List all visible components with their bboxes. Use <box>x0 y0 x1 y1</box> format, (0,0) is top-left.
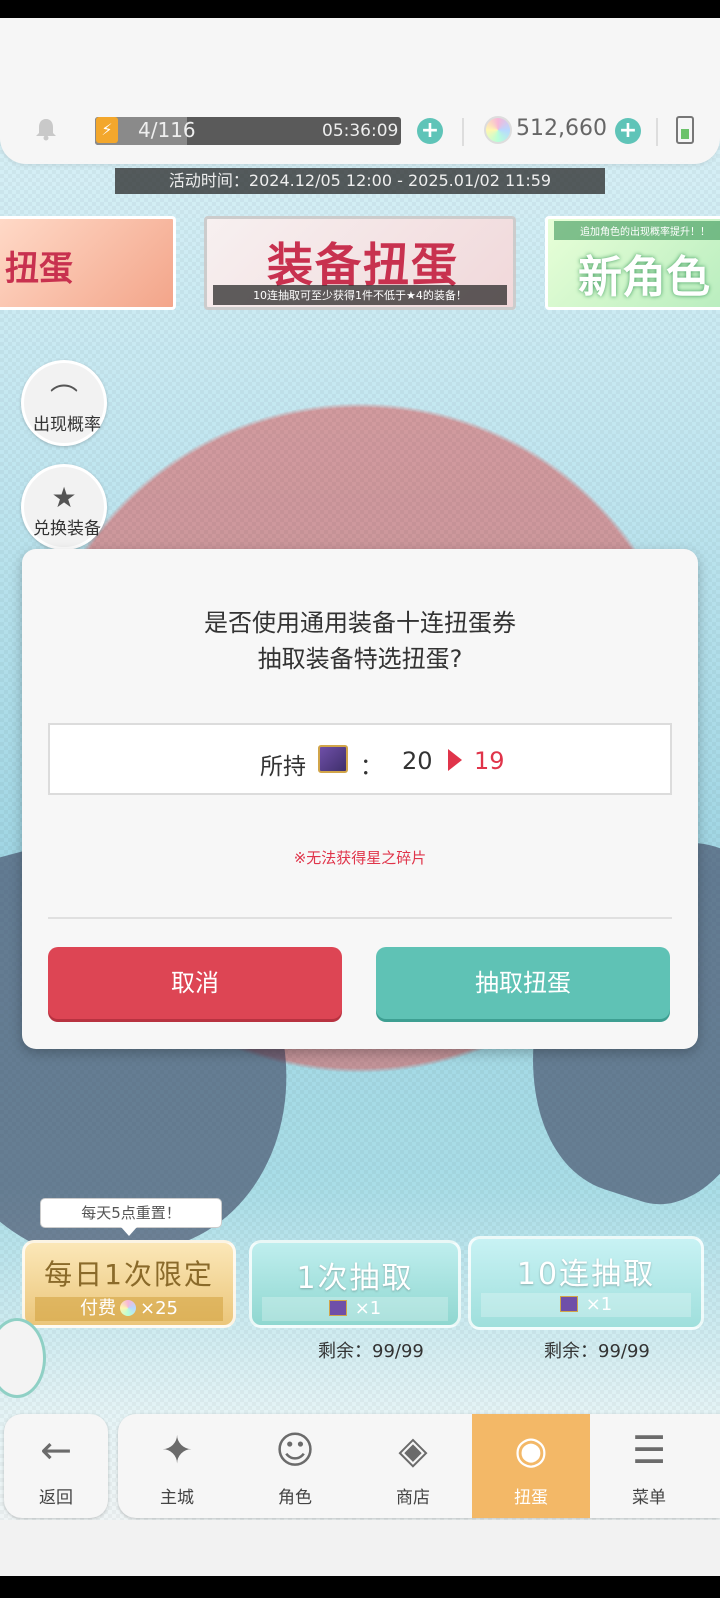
ten-pull-button[interactable]: 10连抽取 ×1 <box>468 1236 704 1330</box>
single-pull-title: 1次抽取 <box>296 1261 414 1296</box>
lightning-icon: ⚡ <box>96 117 118 143</box>
daily-cost-prefix: 付费 <box>80 1298 116 1319</box>
hold-count-after: 19 <box>474 747 505 775</box>
cancel-button[interactable]: 取消 <box>48 947 342 1019</box>
drop-rate-label: 出现概率 <box>33 415 101 435</box>
confirm-dialog: 是否使用通用装备十连扭蛋券 抽取装备特选扭蛋? 所持 ： 20 19 ※无法获得… <box>22 549 698 1049</box>
hold-label: 所持 <box>260 754 306 780</box>
nav-label: 商店 <box>396 1488 430 1508</box>
daily-reset-tooltip: 每天5点重置！ <box>40 1198 222 1236</box>
banner-new-character[interactable]: 追加角色的出现概率提升！！ 新角色 <box>545 216 720 310</box>
nav-item-home[interactable]: ✦ 主城 <box>118 1414 236 1518</box>
home-icon: ✦ <box>161 1428 193 1472</box>
banner-equipment-gacha[interactable]: 装备扭蛋 10连抽取可至少获得1件不低于★4的装备！ <box>204 216 516 310</box>
character-icon: ☺ <box>275 1428 315 1472</box>
dialog-question-line1: 是否使用通用装备十连扭蛋券 <box>204 609 516 637</box>
single-pull-button[interactable]: 1次抽取 ×1 <box>249 1240 461 1328</box>
nav-tabs: ✦ 主城 ☺ 角色 ◈ 商店 ◉ 扭蛋 ☰ 菜单 <box>118 1414 720 1518</box>
ticket-holding-box: 所持 ： 20 19 <box>48 723 672 795</box>
daily-pull-cost: 付费 ×25 <box>35 1297 223 1321</box>
arrow-left-icon: ← <box>40 1428 72 1472</box>
menu-icon: ☰ <box>631 1428 667 1472</box>
divider <box>462 118 464 146</box>
gem-icon <box>484 116 512 144</box>
banner-gacha-left[interactable]: 扭蛋 <box>0 216 176 310</box>
exchange-equipment-button[interactable]: ★ 兑换装备 <box>21 464 107 550</box>
ten-pull-title: 10连抽取 <box>516 1257 656 1292</box>
hold-count-before: 20 <box>402 747 433 775</box>
energy-count: 4/116 <box>138 118 196 142</box>
energy-timer: 05:36:09 <box>322 121 399 141</box>
shop-icon: ◈ <box>398 1428 428 1472</box>
exchange-label: 兑换装备 <box>33 519 101 539</box>
add-gem-button[interactable]: + <box>615 118 641 144</box>
draw-gacha-button[interactable]: 抽取扭蛋 <box>376 947 670 1019</box>
ten-pull-remaining: 剩余：99/99 <box>544 1341 650 1362</box>
nav-item-shop[interactable]: ◈ 商店 <box>354 1414 472 1518</box>
gacha-orb-icon: ◉ <box>514 1428 548 1472</box>
add-energy-button[interactable]: + <box>417 118 443 144</box>
system-status-bar <box>0 0 720 18</box>
bottom-strip <box>0 1520 720 1576</box>
single-pull-remaining: 剩余：99/99 <box>318 1341 424 1362</box>
banner-title: 扭蛋 <box>5 249 73 289</box>
nav-item-gacha[interactable]: ◉ 扭蛋 <box>472 1414 590 1518</box>
star-shard-notice: ※无法获得星之碎片 <box>293 849 427 867</box>
event-time: 活动时间：2024.12/05 12:00 - 2025.01/02 11:59 <box>115 168 605 194</box>
ticket-icon <box>328 1300 347 1316</box>
back-button[interactable]: ← 返回 <box>4 1414 108 1518</box>
daily-cost-amount: ×25 <box>140 1298 178 1319</box>
divider <box>656 118 658 146</box>
nav-item-menu[interactable]: ☰ 菜单 <box>590 1414 708 1518</box>
daily-pull-title: 每日1次限定 <box>44 1258 214 1291</box>
battery-icon <box>676 116 694 144</box>
ten-pull-cost: ×1 <box>481 1293 691 1317</box>
gacha-ticket-icon <box>318 745 348 773</box>
nav-label: 菜单 <box>632 1488 666 1508</box>
arrow-right-icon <box>448 749 462 771</box>
star-sword-icon: ★ <box>51 481 77 514</box>
bell-icon[interactable] <box>33 116 59 142</box>
nav-label: 扭蛋 <box>514 1488 548 1508</box>
dialog-question: 是否使用通用装备十连扭蛋券 抽取装备特选扭蛋? <box>22 605 698 677</box>
bottom-navigation: ← 返回 ✦ 主城 ☺ 角色 ◈ 商店 ◉ 扭蛋 ☰ 菜单 <box>0 1414 720 1518</box>
system-nav-bar <box>0 1576 720 1598</box>
ten-cost-amount: ×1 <box>585 1294 613 1315</box>
gem-icon <box>120 1300 136 1316</box>
ticket-icon <box>559 1296 578 1312</box>
nav-label: 主城 <box>160 1488 194 1508</box>
nav-item-character[interactable]: ☺ 角色 <box>236 1414 354 1518</box>
single-cost-amount: ×1 <box>354 1298 382 1319</box>
nav-label: 角色 <box>278 1488 312 1508</box>
single-pull-cost: ×1 <box>262 1297 448 1321</box>
gem-count: 512,660 <box>516 116 607 141</box>
back-label: 返回 <box>39 1488 73 1508</box>
banner-caption: 10连抽取可至少获得1件不低于★4的装备！ <box>213 285 507 305</box>
dialog-question-line2: 抽取装备特选扭蛋? <box>257 645 463 673</box>
banner-subtitle: 追加角色的出现概率提升！！ <box>554 221 720 240</box>
banner-title: 新角色 <box>578 252 710 303</box>
drop-rate-button[interactable]: ⌒ 出现概率 <box>21 360 107 446</box>
daily-limited-pull-button[interactable]: 每日1次限定 付费 ×25 <box>22 1240 236 1328</box>
hold-colon: ： <box>360 754 383 780</box>
dialog-divider <box>48 917 672 919</box>
